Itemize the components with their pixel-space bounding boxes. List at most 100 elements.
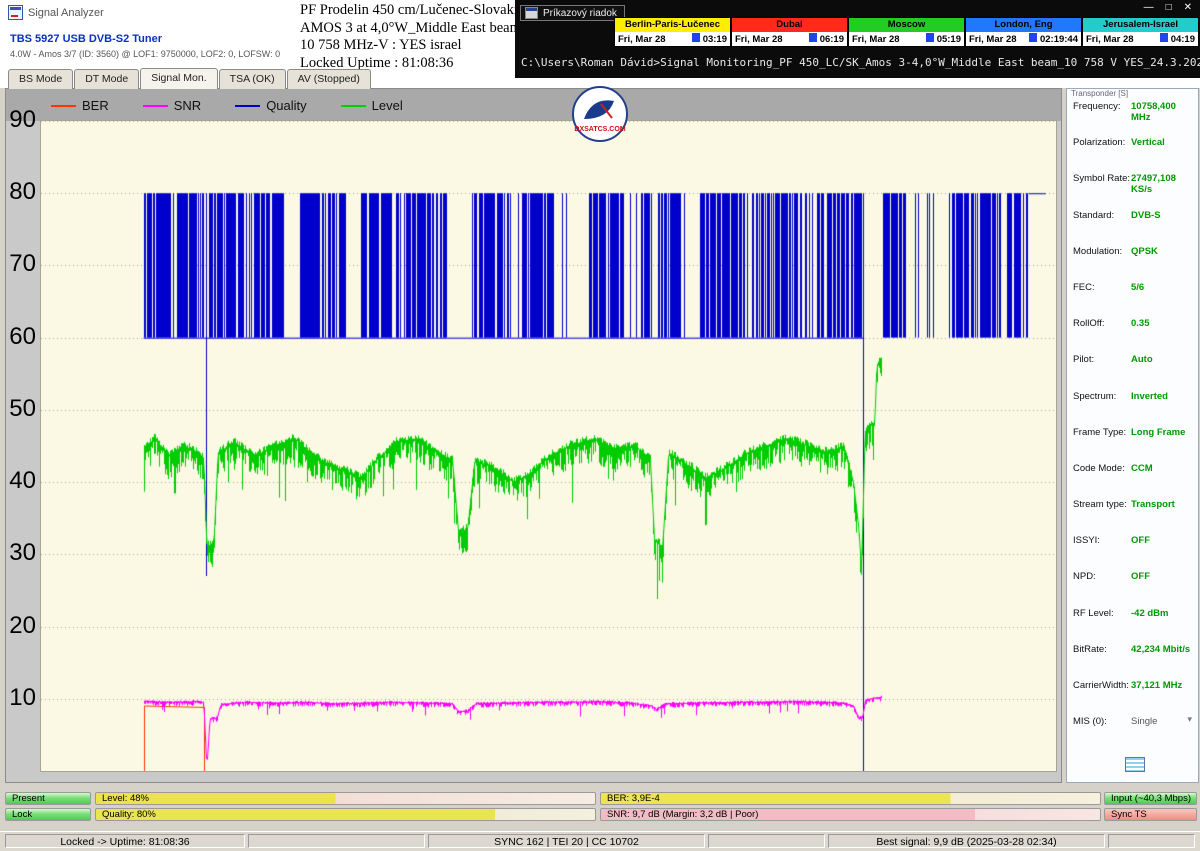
clock-time: 03:19 (703, 34, 727, 45)
transponder-value: Long Frame (1131, 427, 1185, 438)
transponder-label: RollOff: (1073, 318, 1131, 329)
command-prompt-window[interactable]: Príkazový riadok — □ ✕ Berlin-Paris-Luče… (515, 0, 1200, 78)
statusbar-cell (248, 834, 425, 848)
console-window-buttons: — □ ✕ (1144, 2, 1192, 13)
transponder-row: NPD:OFF (1073, 571, 1196, 607)
transponder-row: ISSYI:OFF (1073, 535, 1196, 571)
statusbar-best-signal: Best signal: 9,9 dB (2025-03-28 02:34) (828, 834, 1105, 848)
clock-datetime: Fri, Mar 2804:19 (1083, 32, 1198, 46)
transponder-value: 5/6 (1131, 282, 1144, 293)
transponder-value: -42 dBm (1131, 608, 1168, 619)
timezone-badge (692, 33, 700, 42)
clock-moscow: MoscowFri, Mar 2805:19 (848, 17, 965, 47)
header-info: PF Prodelin 450 cm/Lučenec-Slovakia AMOS… (300, 2, 524, 72)
transponder-label: MIS (0): (1073, 716, 1131, 727)
transponder-row: Modulation:QPSK (1073, 246, 1196, 282)
transponder-value: 37,121 MHz (1131, 680, 1182, 691)
close-icon[interactable]: ✕ (1184, 2, 1192, 13)
transponder-row: Stream type:Transport (1073, 499, 1196, 535)
transponder-label: BitRate: (1073, 644, 1131, 655)
y-axis-label: 60 (6, 323, 36, 351)
transponder-value: Auto (1131, 354, 1153, 365)
timezone-badge (809, 33, 817, 42)
transponder-label: Polarization: (1073, 137, 1131, 148)
transponder-row: BitRate:42,234 Mbit/s (1073, 644, 1196, 680)
console-command-line[interactable]: C:\Users\Roman Dávid>Signal Monitoring_P… (521, 56, 1200, 69)
clock-datetime: Fri, Mar 2802:19:44 (966, 32, 1081, 46)
transponder-row: Symbol Rate:27497,108 KS/s (1073, 173, 1196, 209)
transponder-label: Pilot: (1073, 354, 1131, 365)
y-axis-label: 30 (6, 539, 36, 567)
statusbar-cell (1108, 834, 1195, 848)
tab-tsa-ok-[interactable]: TSA (OK) (219, 69, 286, 89)
transponder-row: Polarization:Vertical (1073, 137, 1196, 173)
transponder-value: OFF (1131, 571, 1150, 582)
legend-swatch (51, 105, 76, 107)
header-info-line: 10 758 MHz-V : YES israel (300, 37, 524, 55)
transponder-label: Symbol Rate: (1073, 173, 1131, 184)
transponder-row: RollOff:0.35 (1073, 318, 1196, 354)
console-titlebar[interactable]: Príkazový riadok (520, 5, 625, 21)
clock-time: 06:19 (820, 34, 844, 45)
transponder-value[interactable]: Single (1131, 716, 1157, 727)
transponder-row: Frame Type:Long Frame (1073, 427, 1196, 463)
legend-item-quality: Quality (235, 98, 306, 113)
window-title: Signal Analyzer (8, 5, 104, 20)
clock-jerusalem-israel: Jerusalem-IsraelFri, Mar 2804:19 (1082, 17, 1199, 47)
transponder-value: 42,234 Mbit/s (1131, 644, 1190, 655)
present-indicator: Present (5, 792, 91, 805)
statusbar-cell (708, 834, 825, 848)
y-axis-label: 50 (6, 395, 36, 423)
transponder-row: Spectrum:Inverted (1073, 391, 1196, 427)
clock-city: Moscow (849, 18, 964, 32)
clock-city: Dubai (732, 18, 847, 32)
signal-chart-panel: BERSNRQualityLevel DXSATCS.COM 908070605… (5, 88, 1062, 783)
transponder-value: 10758,400 MHz (1131, 101, 1196, 123)
minimize-icon[interactable]: — (1144, 2, 1154, 13)
transponder-row: FEC:5/6 (1073, 282, 1196, 318)
console-icon (525, 7, 538, 19)
chevron-down-icon[interactable]: ▾ (1187, 714, 1192, 725)
transponder-label: ISSYI: (1073, 535, 1131, 546)
transponder-label: Frame Type: (1073, 427, 1131, 438)
clock-city: Jerusalem-Israel (1083, 18, 1198, 32)
transponder-row: MIS (0):Single ▾ (1073, 716, 1196, 752)
transponder-label: NPD: (1073, 571, 1131, 582)
clock-london-eng: London, EngFri, Mar 2802:19:44 (965, 17, 1082, 47)
app-icon (8, 5, 23, 20)
transponder-row: Standard:DVB-S (1073, 210, 1196, 246)
legend-label: Quality (266, 98, 306, 113)
timezone-badge (926, 33, 934, 42)
transponder-panel: Transponder [S] Frequency:10758,400 MHzP… (1066, 88, 1199, 783)
y-axis-label: 40 (6, 467, 36, 495)
transponder-row: RF Level:-42 dBm (1073, 608, 1196, 644)
tab-av-stopped-[interactable]: AV (Stopped) (287, 69, 371, 89)
snr-bar: SNR: 9,7 dB (Margin: 3,2 dB | Poor) (600, 808, 1101, 821)
tuner-details: 4.0W - Amos 3/7 (ID: 3560) @ LOF1: 97500… (10, 49, 280, 59)
transponder-label: Modulation: (1073, 246, 1131, 257)
transponder-label: Code Mode: (1073, 463, 1131, 474)
transponder-row: CarrierWidth:37,121 MHz (1073, 680, 1196, 716)
statusbar-uptime: Locked -> Uptime: 81:08:36 (5, 834, 245, 848)
logo-text: DXSATCS.COM (574, 126, 625, 133)
maximize-icon[interactable]: □ (1166, 2, 1172, 13)
tab-bs-mode[interactable]: BS Mode (8, 69, 73, 89)
tab-dt-mode[interactable]: DT Mode (74, 69, 139, 89)
tuner-name: TBS 5927 USB DVB-S2 Tuner (10, 33, 162, 45)
legend-label: BER (82, 98, 109, 113)
clock-time: 02:19:44 (1040, 34, 1078, 45)
transponder-row: Code Mode:CCM (1073, 463, 1196, 499)
tab-signal-mon-[interactable]: Signal Mon. (140, 68, 217, 89)
transponder-rows: Frequency:10758,400 MHzPolarization:Vert… (1073, 101, 1196, 752)
y-axis-label: 80 (6, 178, 36, 206)
statusbar-sync-counts: SYNC 162 | TEI 20 | CC 10702 (428, 834, 705, 848)
transponder-row: Pilot:Auto (1073, 354, 1196, 390)
transport-stream-icon[interactable] (1125, 757, 1145, 772)
transponder-label: FEC: (1073, 282, 1131, 293)
transponder-label: RF Level: (1073, 608, 1131, 619)
clock-time: 04:19 (1171, 34, 1195, 45)
ber-bar: BER: 3,9E-4 (600, 792, 1101, 805)
clock-city: London, Eng (966, 18, 1081, 32)
transponder-label: Stream type: (1073, 499, 1131, 510)
legend-swatch (341, 105, 366, 107)
